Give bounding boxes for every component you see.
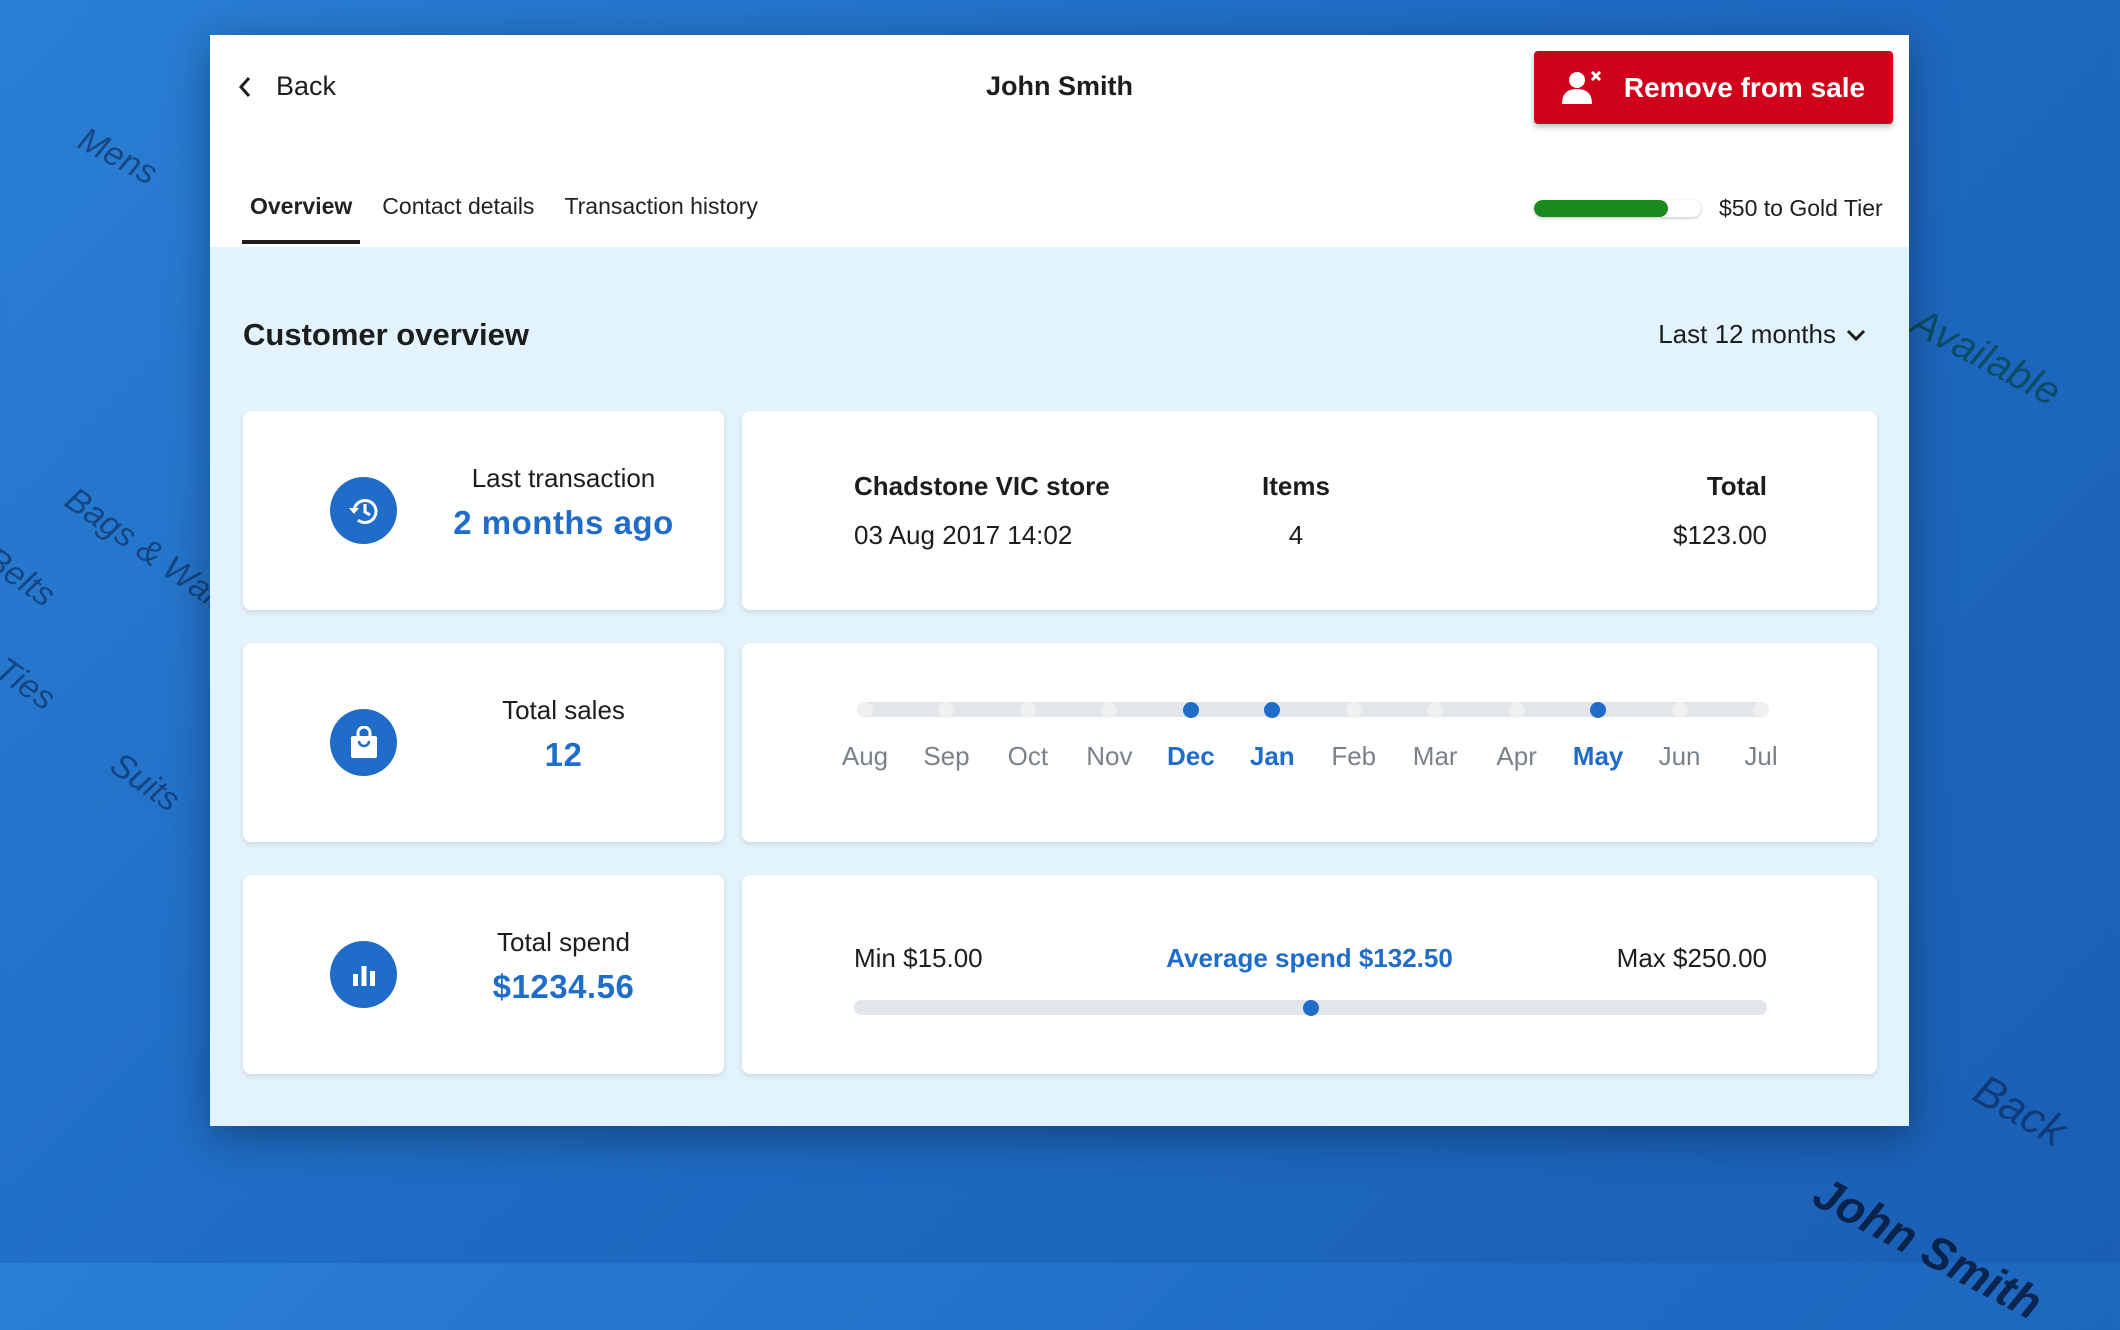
max-spend: Max $250.00 — [1616, 943, 1767, 973]
total-sales-label: Total sales — [502, 695, 625, 725]
tier-label: $50 to Gold Tier — [1719, 195, 1883, 221]
section-title: Customer overview — [243, 317, 529, 352]
tab-transaction-history[interactable]: Transaction history — [556, 193, 765, 244]
remove-button-label: Remove from sale — [1623, 71, 1866, 103]
store-name: Chadstone VIC store — [854, 471, 1110, 501]
month-label: Oct — [1007, 741, 1049, 771]
month-dot-aug — [857, 701, 873, 718]
month-label: Jan — [1249, 741, 1295, 771]
tab-bar: Overview Contact details Transaction his… — [242, 193, 780, 244]
tier-progress: $50 to Gold Tier — [1534, 195, 1883, 222]
month-label: Dec — [1166, 741, 1215, 771]
total-spend-card: Total spend $1234.56 — [243, 875, 724, 1074]
month-dot-may — [1590, 701, 1607, 718]
total-spend-value: $1234.56 — [492, 968, 635, 1005]
remove-user-icon — [1561, 70, 1601, 104]
page-title: John Smith — [986, 71, 1133, 101]
month-label: May — [1572, 741, 1624, 771]
last-transaction-card: Last transaction 2 months ago — [243, 411, 724, 610]
month-dot-apr — [1508, 701, 1525, 718]
month-label: Mar — [1412, 741, 1458, 771]
last-transaction-label: Last transaction — [471, 463, 656, 493]
month-label: Aug — [841, 741, 889, 771]
min-spend: Min $15.00 — [854, 943, 983, 973]
back-label: Back — [276, 71, 337, 101]
month-label: Nov — [1086, 741, 1133, 771]
back-button[interactable]: Back — [238, 71, 336, 102]
month-track — [857, 701, 1769, 718]
tab-overview[interactable]: Overview — [242, 193, 361, 244]
date-range-value: Last 12 months — [1658, 319, 1836, 349]
last-transaction-value: 2 months ago — [453, 504, 674, 541]
chevron-left-icon — [238, 76, 251, 97]
background-text: Back — [1965, 1065, 2075, 1157]
month-label: Jun — [1658, 741, 1701, 771]
tier-progress-bar — [1534, 200, 1701, 217]
monthly-sales-card: Aug Sep Oct Nov Dec Jan Feb Mar Apr May Jun Jul — [742, 643, 1877, 842]
month-dot-oct — [1019, 701, 1036, 718]
chevron-down-icon — [1846, 329, 1866, 341]
shopping-bag-icon — [330, 709, 397, 776]
remove-from-sale-button[interactable]: Remove from sale — [1534, 51, 1893, 124]
month-label: Feb — [1331, 741, 1377, 771]
background-text: Belts — [0, 540, 62, 615]
spend-track — [854, 999, 1767, 1016]
bar-chart-icon — [330, 941, 397, 1008]
month-dot-jul — [1753, 701, 1769, 718]
customer-panel: Back John Smith Remove from sale Overvie… — [210, 35, 1909, 1126]
month-dot-jan — [1264, 701, 1281, 718]
background-text: John Smith — [1805, 1165, 2051, 1330]
month-dot-dec — [1182, 701, 1199, 718]
items-value: 4 — [1288, 520, 1304, 550]
total-sales-card: Total sales 12 — [243, 643, 724, 842]
month-dot-mar — [1427, 701, 1444, 718]
background-text: Suits — [103, 745, 187, 820]
total-spend-label: Total spend — [497, 927, 630, 957]
header: Back John Smith Remove from sale Overvie… — [210, 35, 1909, 247]
month-label: Jul — [1744, 741, 1778, 771]
month-dot-sep — [938, 701, 955, 718]
total-value: $123.00 — [1673, 520, 1767, 550]
background-text: Available — [1904, 300, 2068, 415]
month-label: Sep — [923, 741, 970, 771]
month-label: Apr — [1496, 741, 1537, 771]
background-text: Mens — [72, 120, 164, 193]
month-dot-jun — [1671, 701, 1688, 718]
tab-contact-details[interactable]: Contact details — [374, 193, 542, 244]
transaction-datetime: 03 Aug 2017 14:02 — [854, 520, 1073, 550]
date-range-dropdown[interactable]: Last 12 months — [1658, 319, 1866, 350]
spend-range-card: Min $15.00 Average spend $132.50 Max $25… — [742, 875, 1877, 1074]
transaction-detail-card[interactable]: Chadstone VIC store 03 Aug 2017 14:02 Ite… — [742, 411, 1877, 610]
history-icon — [330, 477, 397, 544]
month-dot-feb — [1345, 701, 1362, 718]
items-label: Items — [1262, 471, 1330, 501]
total-label: Total — [1706, 471, 1767, 501]
tier-progress-fill — [1534, 200, 1668, 217]
background-text: Ties — [0, 650, 63, 718]
total-sales-value: 12 — [544, 736, 583, 773]
average-spend-marker — [1302, 999, 1319, 1016]
average-spend: Average spend $132.50 — [1166, 943, 1453, 973]
month-dot-nov — [1101, 701, 1118, 718]
